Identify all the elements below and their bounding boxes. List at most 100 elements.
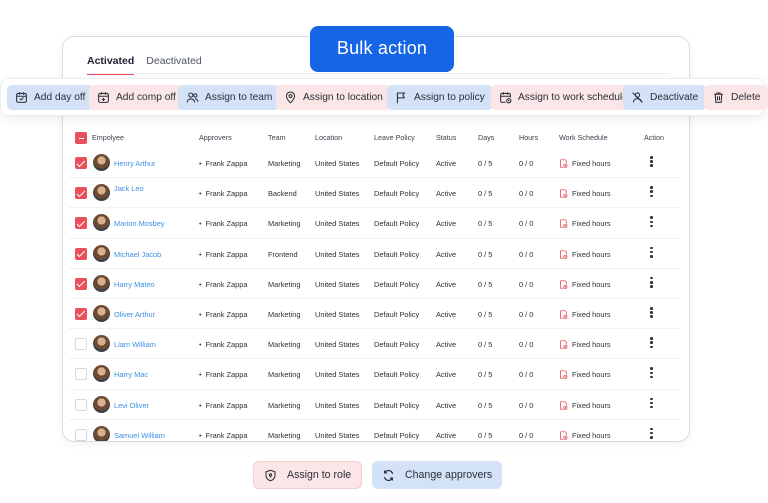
status-cell: Active xyxy=(436,309,457,319)
assign-to-role-label: Assign to role xyxy=(287,469,352,481)
assign-to-team-button[interactable]: Assign to team xyxy=(178,85,281,110)
add-comp-off-button[interactable]: Add comp off xyxy=(89,85,184,110)
more-actions-icon[interactable] xyxy=(650,306,653,319)
work-schedule-cell: Fixed hours xyxy=(559,159,611,168)
change-approvers-label: Change approvers xyxy=(405,469,493,481)
tab-deactivated[interactable]: Deactivated xyxy=(146,55,201,75)
row-checkbox[interactable] xyxy=(75,157,87,169)
col-employee: Empolyee xyxy=(92,133,124,142)
assign-to-role-button[interactable]: Assign to role xyxy=(253,461,363,489)
team-cell: Backend xyxy=(268,189,297,199)
more-actions-icon[interactable] xyxy=(650,186,653,198)
more-actions-icon[interactable] xyxy=(650,156,653,168)
change-approvers-button[interactable]: Change approvers xyxy=(372,461,503,489)
days-cell: 0 / 5 xyxy=(478,370,493,380)
approver-name: Frank Zappa xyxy=(199,310,248,319)
flag-icon xyxy=(396,92,406,104)
hours-cell: 0 / 0 xyxy=(519,159,534,168)
more-actions-icon[interactable] xyxy=(650,397,653,410)
approver-name: Frank Zappa xyxy=(199,340,248,349)
row-checkbox[interactable] xyxy=(75,247,87,260)
leave-policy-cell: Default Policy xyxy=(374,159,420,168)
work-schedule-label: Fixed hours xyxy=(572,340,611,350)
employee-name-link[interactable]: Michael Jacob xyxy=(114,250,161,259)
row-checkbox[interactable] xyxy=(75,217,87,230)
table-row: Henry Arthur Frank Zappa Marketing United S… xyxy=(69,148,679,179)
employee-name-link[interactable]: Oliver Arthur xyxy=(114,310,155,319)
team-cell: Marketing xyxy=(268,400,301,410)
location-cell: United States xyxy=(315,309,360,319)
select-all-checkbox[interactable] xyxy=(75,132,87,144)
leave-policy-cell: Default Policy xyxy=(374,370,420,380)
avatar xyxy=(93,335,110,353)
row-checkbox[interactable] xyxy=(75,187,87,200)
assign-to-location-button[interactable]: Assign to location xyxy=(276,85,391,110)
employee-name-link[interactable]: Jack Leo xyxy=(114,184,144,193)
more-actions-icon[interactable] xyxy=(650,427,653,440)
col-team: Team xyxy=(268,133,286,142)
location-cell: United States xyxy=(315,189,360,199)
more-actions-icon[interactable] xyxy=(650,276,653,289)
table-row: Oliver Arthur Frank Zappa Marketing United … xyxy=(69,299,679,330)
leave-policy-cell: Default Policy xyxy=(374,279,420,289)
days-cell: 0 / 5 xyxy=(478,279,493,289)
row-checkbox[interactable] xyxy=(75,338,87,351)
approver-name: Frank Zappa xyxy=(199,189,248,198)
calendar-plus-icon xyxy=(98,92,109,103)
location-pin-icon xyxy=(285,91,296,104)
row-checkbox[interactable] xyxy=(75,398,87,411)
work-schedule-label: Fixed hours xyxy=(572,189,611,199)
avatar xyxy=(93,395,110,413)
work-schedule-label: Fixed hours xyxy=(572,159,611,168)
row-checkbox[interactable] xyxy=(75,368,87,381)
location-cell: United States xyxy=(315,430,360,440)
more-actions-icon[interactable] xyxy=(650,367,653,379)
status-cell: Active xyxy=(436,340,457,350)
work-schedule-label: Fixed hours xyxy=(572,279,611,289)
schedule-icon xyxy=(560,159,568,168)
employee-name-link[interactable]: Liam William xyxy=(114,340,156,349)
col-work-schedule: Work Schedule xyxy=(559,133,608,142)
col-location: Location xyxy=(315,133,343,142)
status-cell: Active xyxy=(436,430,457,440)
days-cell: 0 / 5 xyxy=(478,219,493,229)
more-actions-icon[interactable] xyxy=(650,216,653,228)
employee-name-link[interactable]: Harry Mac xyxy=(114,370,148,379)
table-row: Harry Mateo Frank Zappa Marketing United St… xyxy=(69,269,679,299)
approver-name: Frank Zappa xyxy=(199,280,248,289)
add-day-off-button[interactable]: Add day off xyxy=(7,85,94,110)
tab-activated[interactable]: Activated xyxy=(87,55,135,75)
location-cell: United States xyxy=(315,219,360,229)
avatar xyxy=(93,365,110,383)
more-actions-icon[interactable] xyxy=(650,337,653,349)
work-schedule-label: Fixed hours xyxy=(572,219,611,229)
employee-name-link[interactable]: Marion Mosbey xyxy=(114,219,165,228)
employee-name-link[interactable]: Henry Arthur xyxy=(114,159,156,168)
assign-to-team-label: Assign to team xyxy=(205,92,273,103)
col-days: Days xyxy=(478,133,495,142)
work-schedule-cell: Fixed hours xyxy=(559,250,611,259)
row-checkbox[interactable] xyxy=(75,307,87,320)
work-schedule-cell: Fixed hours xyxy=(559,340,611,349)
approver-name: Frank Zappa xyxy=(199,370,248,379)
schedule-icon xyxy=(560,340,568,349)
row-checkbox[interactable] xyxy=(75,428,87,441)
location-cell: United States xyxy=(315,340,360,350)
assign-to-policy-button[interactable]: Assign to policy xyxy=(387,85,493,110)
employee-name-link[interactable]: Levi Oliver xyxy=(114,401,149,410)
leave-policy-cell: Default Policy xyxy=(374,340,420,350)
days-cell: 0 / 5 xyxy=(478,430,493,440)
table-row: Jack Leo Frank Zappa Backend United States D… xyxy=(69,178,679,209)
assign-to-work-schedule-button[interactable]: Assign to work schedule xyxy=(491,85,636,110)
deactivate-button[interactable]: Deactivate xyxy=(623,85,707,110)
hours-cell: 0 / 0 xyxy=(519,279,534,289)
more-actions-icon[interactable] xyxy=(650,246,653,259)
team-cell: Marketing xyxy=(268,279,301,289)
delete-button[interactable]: Delete xyxy=(704,85,768,110)
row-checkbox[interactable] xyxy=(75,277,87,290)
avatar xyxy=(93,304,110,322)
employee-name-link[interactable]: Harry Mateo xyxy=(114,280,155,289)
approver-name: Frank Zappa xyxy=(199,250,248,259)
employee-name-link[interactable]: Samuel William xyxy=(114,431,165,440)
col-status: Status xyxy=(436,133,457,142)
